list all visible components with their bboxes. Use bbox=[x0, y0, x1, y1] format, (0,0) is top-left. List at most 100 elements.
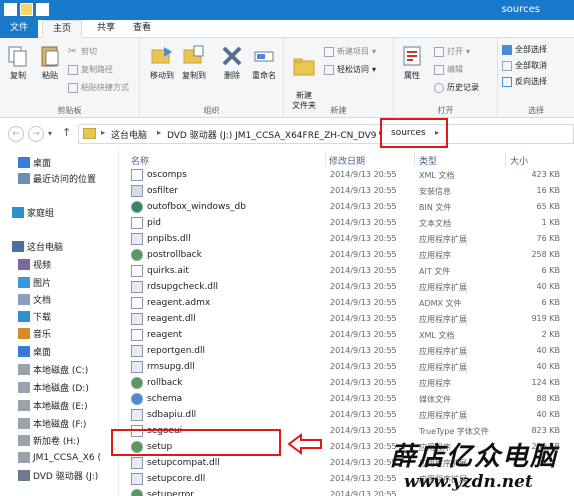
nav-item[interactable]: 本地磁盘 (D:) bbox=[18, 381, 89, 394]
file-name: osfilter bbox=[147, 186, 179, 196]
select-all-button[interactable]: 全部选择 bbox=[502, 44, 547, 55]
file-row[interactable]: osfilter 2014/9/13 20:55 安装信息 16 KB bbox=[127, 183, 574, 199]
forward-button[interactable]: → bbox=[28, 126, 44, 142]
nav-item-label: 桌面 bbox=[33, 348, 52, 358]
breadcrumb-dvd-drive[interactable]: DVD 驱动器 (J:) JM1_CCSA_X64FRE_ZH-CN_DV9 bbox=[167, 128, 377, 141]
computer-icon bbox=[12, 241, 24, 252]
column-type[interactable]: 类型 bbox=[419, 154, 437, 167]
properties-button[interactable]: 属性 bbox=[396, 44, 428, 81]
select-group-label: 选择 bbox=[528, 106, 544, 115]
file-size: 88 KB bbox=[536, 394, 560, 403]
file-date: 2014/9/13 20:55 bbox=[330, 186, 397, 195]
column-separator[interactable] bbox=[414, 152, 415, 166]
nav-item[interactable]: DVD 驱动器 (J:) bbox=[18, 469, 98, 482]
copy-path-label: 复制路径 bbox=[81, 65, 113, 74]
column-size[interactable]: 大小 bbox=[510, 154, 528, 167]
column-separator[interactable] bbox=[505, 152, 506, 166]
file-row[interactable]: reportgen.dll 2014/9/13 20:55 应用程序扩展 40 KB bbox=[127, 343, 574, 359]
drive-icon bbox=[18, 400, 30, 411]
clipboard-group: 复制 粘贴 ✂ 剪切 复制路径 粘贴快捷方式 剪贴板 bbox=[0, 38, 140, 118]
recent-dropdown-icon[interactable]: ▾ bbox=[48, 129, 52, 138]
new-folder-button[interactable]: 新建 文件夹 bbox=[288, 44, 320, 111]
file-row[interactable]: reagent.dll 2014/9/13 20:55 应用程序扩展 919 KB bbox=[127, 311, 574, 327]
up-arrow-icon[interactable]: ↑ bbox=[62, 126, 71, 139]
nav-item-label: 新加卷 (H:) bbox=[33, 437, 80, 447]
file-row[interactable]: outofbox_windows_db 2014/9/13 20:55 BIN 文件… bbox=[127, 199, 574, 215]
nav-item[interactable]: JM1_CCSA_X6 ( bbox=[18, 452, 101, 463]
nav-item[interactable]: 下载 bbox=[18, 310, 51, 323]
nav-item[interactable]: 家庭组 bbox=[12, 206, 54, 219]
tab-file[interactable]: 文件 bbox=[0, 20, 38, 38]
nav-item[interactable]: 本地磁盘 (F:) bbox=[18, 417, 86, 430]
rename-button[interactable]: 重命名 bbox=[248, 44, 280, 81]
file-row[interactable]: reagent.admx 2014/9/13 20:55 ADMX 文件 6 KB bbox=[127, 295, 574, 311]
nav-item[interactable]: 本地磁盘 (C:) bbox=[18, 363, 88, 376]
file-row[interactable]: postrollback 2014/9/13 20:55 应用程序 258 KB bbox=[127, 247, 574, 263]
properties-icon[interactable] bbox=[4, 3, 17, 16]
tab-home[interactable]: 主页 bbox=[42, 20, 82, 38]
select-none-button[interactable]: 全部取消 bbox=[502, 60, 547, 71]
column-separator[interactable] bbox=[325, 152, 326, 166]
paste-icon bbox=[41, 46, 59, 67]
new-item-button[interactable]: 新建项目 ▾ bbox=[324, 46, 376, 57]
column-date[interactable]: 修改日期 bbox=[329, 154, 365, 167]
file-row[interactable]: sdbapiu.dll 2014/9/13 20:55 应用程序扩展 40 KB bbox=[127, 407, 574, 423]
drive-icon bbox=[18, 418, 30, 429]
nav-item[interactable]: 桌面 bbox=[18, 345, 51, 358]
paste-button[interactable]: 粘贴 bbox=[34, 44, 66, 81]
nav-item[interactable]: 图片 bbox=[18, 276, 51, 289]
history-button[interactable]: 历史记录 bbox=[434, 82, 479, 93]
copy-to-button[interactable]: 复制到 bbox=[178, 44, 210, 81]
cut-button[interactable]: ✂ 剪切 bbox=[68, 46, 97, 57]
nav-item[interactable]: 新加卷 (H:) bbox=[18, 434, 80, 447]
select-none-label: 全部取消 bbox=[515, 61, 547, 70]
address-bar[interactable]: ▸ 这台电脑 ▸ DVD 驱动器 (J:) JM1_CCSA_X64FRE_ZH… bbox=[78, 124, 574, 144]
dvd-icon bbox=[18, 470, 30, 481]
nav-item[interactable]: 最近访问的位置 bbox=[18, 172, 96, 185]
file-date: 2014/9/13 20:55 bbox=[330, 218, 397, 227]
file-date: 2014/9/13 20:55 bbox=[330, 314, 397, 323]
nav-item-label: DVD 驱动器 (J:) bbox=[33, 472, 99, 482]
file-row[interactable]: oscomps 2014/9/13 20:55 XML 文档 423 KB bbox=[127, 167, 574, 183]
column-name[interactable]: 名称 bbox=[131, 154, 149, 167]
rename-label: 重命名 bbox=[252, 71, 276, 80]
file-row[interactable]: rdsupgcheck.dll 2014/9/13 20:55 应用程序扩展 40 K… bbox=[127, 279, 574, 295]
file-row[interactable]: pnpibs.dll 2014/9/13 20:55 应用程序扩展 76 KB bbox=[127, 231, 574, 247]
file-row[interactable]: schema 2014/9/13 20:55 媒体文件 88 KB bbox=[127, 391, 574, 407]
new-folder-icon[interactable] bbox=[20, 3, 33, 16]
file-row[interactable]: pid 2014/9/13 20:55 文本文档 1 KB bbox=[127, 215, 574, 231]
file-name: reportgen.dll bbox=[147, 346, 206, 356]
paste-shortcut-button[interactable]: 粘贴快捷方式 bbox=[68, 82, 129, 93]
select-none-icon bbox=[502, 60, 512, 71]
open-button[interactable]: 打开 ▾ bbox=[434, 46, 470, 57]
tab-view[interactable]: 查看 bbox=[124, 20, 160, 38]
nav-item[interactable]: 桌面 bbox=[18, 156, 51, 169]
back-button[interactable]: ← bbox=[8, 126, 24, 142]
copy-button[interactable]: 复制 bbox=[2, 44, 34, 81]
invert-selection-button[interactable]: 反向选择 bbox=[502, 76, 547, 87]
edit-button[interactable]: 编辑 bbox=[434, 64, 463, 75]
breadcrumb-this-pc[interactable]: 这台电脑 bbox=[111, 128, 147, 141]
file-row[interactable]: rollback 2014/9/13 20:55 应用程序 124 KB bbox=[127, 375, 574, 391]
file-name: pid bbox=[147, 218, 161, 228]
navigation-pane: 桌面 最近访问的位置 家庭组 这台电脑 视频 图片 文档 下载 音乐 桌面 本地磁盘 (C:) 本地磁… bbox=[0, 150, 118, 496]
move-to-button[interactable]: 移动到 bbox=[146, 44, 178, 81]
tab-share[interactable]: 共享 bbox=[88, 20, 124, 38]
recent-icon bbox=[18, 173, 30, 184]
nav-item[interactable]: 音乐 bbox=[18, 327, 51, 340]
nav-item[interactable]: 文档 bbox=[18, 293, 51, 306]
dropdown-icon[interactable] bbox=[36, 3, 49, 16]
file-size: 16 KB bbox=[536, 186, 560, 195]
file-row[interactable]: quirks.ait 2014/9/13 20:55 AIT 文件 6 KB bbox=[127, 263, 574, 279]
homegroup-icon bbox=[12, 207, 24, 218]
easy-access-button[interactable]: 轻松访问 ▾ bbox=[324, 64, 376, 75]
nav-item[interactable]: 这台电脑 bbox=[12, 240, 63, 253]
file-row[interactable]: reagent 2014/9/13 20:55 XML 文档 2 KB bbox=[127, 327, 574, 343]
file-row[interactable]: rmsupg.dll 2014/9/13 20:55 应用程序扩展 40 KB bbox=[127, 359, 574, 375]
nav-item[interactable]: 本地磁盘 (E:) bbox=[18, 399, 88, 412]
file-name: oscomps bbox=[147, 170, 187, 180]
copy-path-button[interactable]: 复制路径 bbox=[68, 64, 113, 75]
nav-item[interactable]: 视频 bbox=[18, 258, 51, 271]
delete-button[interactable]: 删除 bbox=[216, 44, 248, 81]
documents-icon bbox=[18, 294, 30, 305]
